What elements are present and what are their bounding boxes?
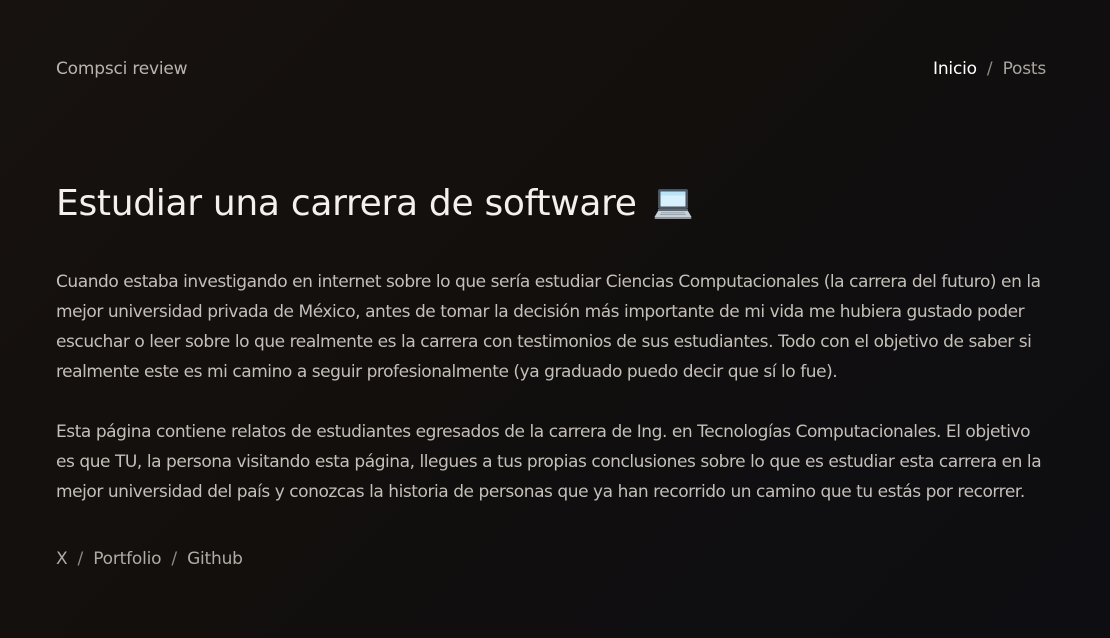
intro-paragraph-1: Cuando estaba investigando en internet s… [56,272,1041,382]
footer-link-x[interactable]: X [56,546,68,572]
site-brand-link[interactable]: Compsci review [56,57,188,81]
footer-link-github[interactable]: Github [187,546,243,572]
nav-separator: / [986,59,993,79]
footer-link-portfolio[interactable]: Portfolio [93,546,161,572]
footer-separator: / [171,549,178,569]
footer-separator: / [77,549,84,569]
top-nav: Inicio / Posts [933,57,1046,81]
nav-item-posts[interactable]: Posts [1003,57,1047,81]
intro-paragraph-2: Esta página contiene relatos de estudian… [56,422,1042,502]
site-footer: X / Portfolio / Github [56,546,243,572]
site-header: Compsci review Inicio / Posts [56,57,1046,81]
nav-item-inicio[interactable]: Inicio [933,57,977,81]
page-title: Estudiar una carrera de software [56,180,693,228]
page-title-text: Estudiar una carrera de software [56,183,637,224]
laptop-icon [653,184,693,224]
intro-content: Cuando estaba investigando en internet s… [56,267,1051,537]
